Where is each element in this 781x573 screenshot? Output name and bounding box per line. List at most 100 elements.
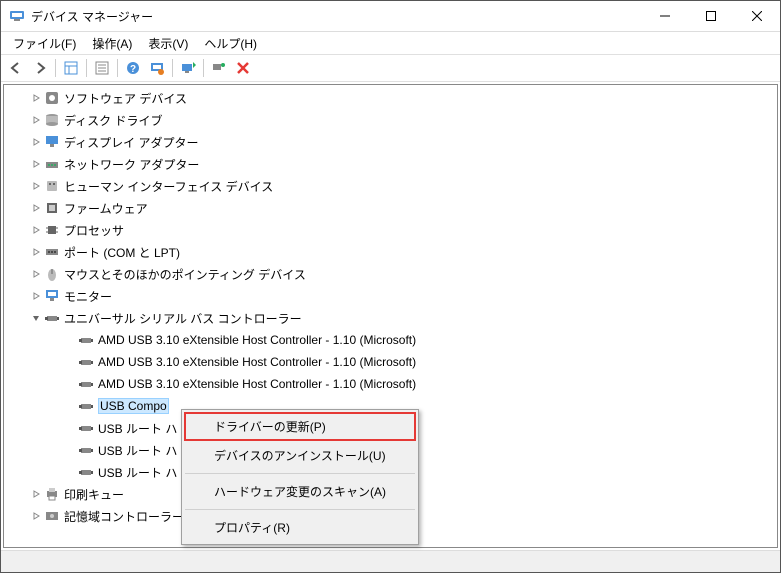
chevron-down-icon[interactable]	[28, 310, 44, 326]
forward-button[interactable]	[29, 57, 51, 79]
close-button[interactable]	[734, 1, 780, 31]
ctx-separator	[185, 473, 415, 474]
toolbar-separator	[117, 59, 118, 77]
scan-hardware-button[interactable]	[146, 57, 168, 79]
window-controls	[642, 1, 780, 31]
tree-spacer	[62, 398, 78, 414]
usb-icon	[78, 332, 94, 348]
toolbar-separator	[55, 59, 56, 77]
tree-category[interactable]: ポート (COM と LPT)	[4, 241, 777, 263]
tree-spacer	[62, 354, 78, 370]
tree-device[interactable]: AMD USB 3.10 eXtensible Host Controller …	[4, 373, 777, 395]
properties-button[interactable]	[91, 57, 113, 79]
tree-category[interactable]: ディスク ドライブ	[4, 109, 777, 131]
chevron-right-icon[interactable]	[28, 266, 44, 282]
menu-help[interactable]: ヘルプ(H)	[196, 33, 265, 54]
tree-spacer	[62, 376, 78, 392]
tree-label: モニター	[64, 288, 112, 305]
tree-label: 記憶域コントローラー	[64, 508, 184, 525]
toolbar-separator	[203, 59, 204, 77]
usb-icon	[44, 310, 60, 326]
tree-category[interactable]: ヒューマン インターフェイス デバイス	[4, 175, 777, 197]
tree-label: ヒューマン インターフェイス デバイス	[64, 178, 273, 195]
tree-spacer	[62, 442, 78, 458]
chevron-right-icon[interactable]	[28, 112, 44, 128]
update-driver-button[interactable]	[177, 57, 199, 79]
minimize-button[interactable]	[642, 1, 688, 31]
menu-file[interactable]: ファイル(F)	[5, 33, 84, 54]
maximize-button[interactable]	[688, 1, 734, 31]
tree-device[interactable]: AMD USB 3.10 eXtensible Host Controller …	[4, 329, 777, 351]
tree-category[interactable]: プロセッサ	[4, 219, 777, 241]
tree-label: USB Compo	[98, 398, 169, 414]
tree-label: マウスとそのほかのポインティング デバイス	[64, 266, 306, 283]
device-manager-window: デバイス マネージャー ファイル(F) 操作(A) 表示(V) ヘルプ(H) ?…	[0, 0, 781, 573]
app-icon	[9, 8, 25, 24]
chevron-right-icon[interactable]	[28, 508, 44, 524]
disk-icon	[44, 112, 60, 128]
titlebar: デバイス マネージャー	[1, 1, 780, 32]
ctx-properties[interactable]: プロパティ(R)	[184, 513, 416, 542]
tree-label: AMD USB 3.10 eXtensible Host Controller …	[98, 355, 416, 369]
tree-category[interactable]: ネットワーク アダプター	[4, 153, 777, 175]
tree-label: ディスク ドライブ	[64, 112, 163, 129]
tree-label: AMD USB 3.10 eXtensible Host Controller …	[98, 377, 416, 391]
chevron-right-icon[interactable]	[28, 288, 44, 304]
tree-label: USB ルート ハ	[98, 464, 177, 481]
tree-label: 印刷キュー	[64, 486, 124, 503]
tree-label: USB ルート ハ	[98, 420, 177, 437]
toolbar-separator	[86, 59, 87, 77]
menu-action[interactable]: 操作(A)	[84, 33, 140, 54]
chevron-right-icon[interactable]	[28, 200, 44, 216]
tree-label: ファームウェア	[64, 200, 148, 217]
tree-spacer	[62, 420, 78, 436]
svg-text:?: ?	[130, 64, 136, 75]
tree-label: ソフトウェア デバイス	[64, 90, 187, 107]
tree-label: ユニバーサル シリアル バス コントローラー	[64, 310, 302, 327]
context-menu: ドライバーの更新(P) デバイスのアンインストール(U) ハードウェア変更のスキ…	[181, 409, 419, 545]
tree-category[interactable]: ディスプレイ アダプター	[4, 131, 777, 153]
monitor-icon	[44, 288, 60, 304]
tree-label: ポート (COM と LPT)	[64, 244, 180, 261]
chevron-right-icon[interactable]	[28, 222, 44, 238]
toolbar-separator	[172, 59, 173, 77]
ctx-update-driver[interactable]: ドライバーの更新(P)	[184, 412, 416, 441]
tree-category[interactable]: ファームウェア	[4, 197, 777, 219]
chevron-right-icon[interactable]	[28, 244, 44, 260]
tree-label: プロセッサ	[64, 222, 124, 239]
firmware-icon	[44, 200, 60, 216]
ctx-scan-hardware[interactable]: ハードウェア変更のスキャン(A)	[184, 477, 416, 506]
chevron-right-icon[interactable]	[28, 90, 44, 106]
show-hide-tree-button[interactable]	[60, 57, 82, 79]
ctx-separator	[185, 509, 415, 510]
hid-icon	[44, 178, 60, 194]
tree-label: ネットワーク アダプター	[64, 156, 199, 173]
software-icon	[44, 90, 60, 106]
tree-spacer	[62, 332, 78, 348]
window-title: デバイス マネージャー	[31, 8, 642, 25]
processor-icon	[44, 222, 60, 238]
tree-label: USB ルート ハ	[98, 442, 177, 459]
tree-category[interactable]: ユニバーサル シリアル バス コントローラー	[4, 307, 777, 329]
tree-category[interactable]: マウスとそのほかのポインティング デバイス	[4, 263, 777, 285]
usb-icon	[78, 420, 94, 436]
chevron-right-icon[interactable]	[28, 486, 44, 502]
chevron-right-icon[interactable]	[28, 156, 44, 172]
printer-icon	[44, 486, 60, 502]
usb-icon	[78, 398, 94, 414]
tree-category[interactable]: モニター	[4, 285, 777, 307]
tree-device[interactable]: AMD USB 3.10 eXtensible Host Controller …	[4, 351, 777, 373]
display-icon	[44, 134, 60, 150]
ctx-uninstall-device[interactable]: デバイスのアンインストール(U)	[184, 441, 416, 470]
chevron-right-icon[interactable]	[28, 178, 44, 194]
menu-view[interactable]: 表示(V)	[140, 33, 196, 54]
port-icon	[44, 244, 60, 260]
storage-icon	[44, 508, 60, 524]
uninstall-button[interactable]	[208, 57, 230, 79]
delete-button[interactable]	[232, 57, 254, 79]
help-button[interactable]: ?	[122, 57, 144, 79]
chevron-right-icon[interactable]	[28, 134, 44, 150]
tree-category[interactable]: ソフトウェア デバイス	[4, 87, 777, 109]
tree-label: AMD USB 3.10 eXtensible Host Controller …	[98, 333, 416, 347]
back-button[interactable]	[5, 57, 27, 79]
